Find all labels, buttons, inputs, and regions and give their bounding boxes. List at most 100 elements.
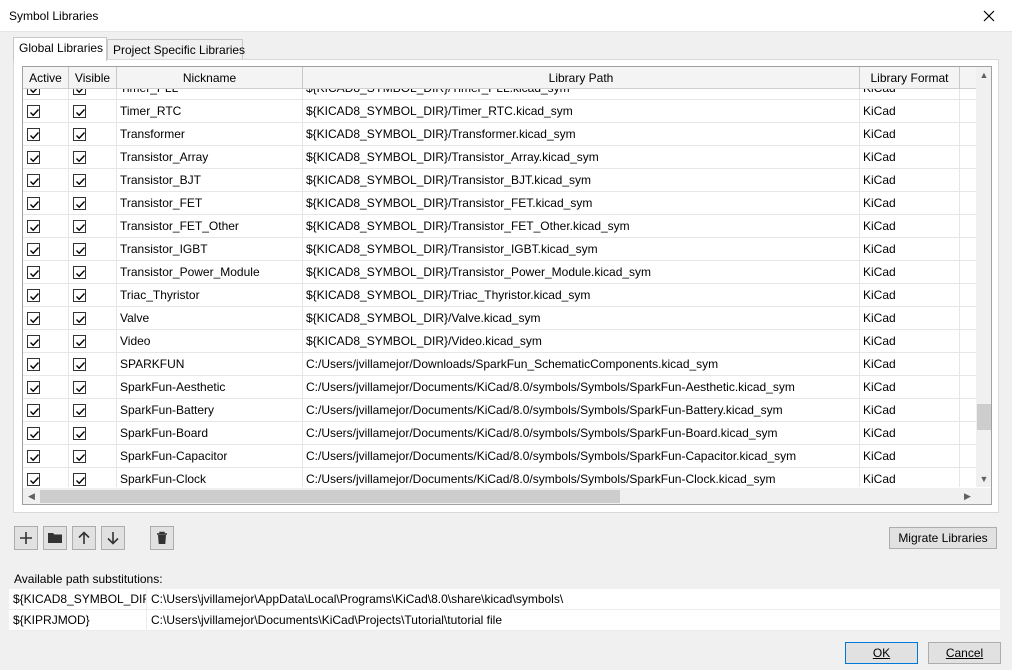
- nickname-cell[interactable]: Valve: [117, 307, 303, 329]
- nickname-cell[interactable]: Transistor_Power_Module: [117, 261, 303, 283]
- table-row[interactable]: Valve ${KICAD8_SYMBOL_DIR}/Valve.kicad_sy…: [23, 307, 976, 330]
- visible-checkbox[interactable]: [73, 311, 86, 325]
- nickname-cell[interactable]: SparkFun-Board: [117, 422, 303, 444]
- library-format-cell[interactable]: KiCad: [860, 123, 960, 145]
- nickname-cell[interactable]: SPARKFUN: [117, 353, 303, 375]
- active-checkbox[interactable]: [27, 311, 40, 325]
- active-checkbox[interactable]: [27, 242, 40, 256]
- visible-checkbox[interactable]: [73, 150, 86, 164]
- library-path-cell[interactable]: C:/Users/jvillamejor/Documents/KiCad/8.0…: [303, 422, 860, 444]
- table-row[interactable]: SparkFun-Capacitor C:/Users/jvillamejor/D…: [23, 445, 976, 468]
- nickname-cell[interactable]: Timer_RTC: [117, 100, 303, 122]
- table-row[interactable]: SparkFun-Battery C:/Users/jvillamejor/Doc…: [23, 399, 976, 422]
- active-checkbox[interactable]: [27, 150, 40, 164]
- library-path-cell[interactable]: C:/Users/jvillamejor/Documents/KiCad/8.0…: [303, 376, 860, 398]
- table-row[interactable]: Timer_RTC ${KICAD8_SYMBOL_DIR}/Timer_RTC.…: [23, 100, 976, 123]
- visible-checkbox[interactable]: [73, 265, 86, 279]
- table-row[interactable]: Transistor_FET_Other ${KICAD8_SYMBOL_DIR}…: [23, 215, 976, 238]
- visible-checkbox[interactable]: [73, 472, 86, 486]
- column-header-active[interactable]: Active: [23, 67, 69, 89]
- library-path-cell[interactable]: ${KICAD8_SYMBOL_DIR}/Transistor_Power_Mo…: [303, 261, 860, 283]
- visible-checkbox[interactable]: [73, 426, 86, 440]
- library-format-cell[interactable]: KiCad: [860, 445, 960, 467]
- nickname-cell[interactable]: SparkFun-Aesthetic: [117, 376, 303, 398]
- active-checkbox[interactable]: [27, 288, 40, 302]
- table-row[interactable]: Transformer ${KICAD8_SYMBOL_DIR}/Transfor…: [23, 123, 976, 146]
- visible-checkbox[interactable]: [73, 449, 86, 463]
- table-row[interactable]: SparkFun-Clock C:/Users/jvillamejor/Docum…: [23, 468, 976, 487]
- library-path-cell[interactable]: ${KICAD8_SYMBOL_DIR}/Video.kicad_sym: [303, 330, 860, 352]
- nickname-cell[interactable]: SparkFun-Clock: [117, 468, 303, 487]
- close-button[interactable]: [966, 0, 1012, 31]
- tab-project-specific-libraries[interactable]: Project Specific Libraries: [107, 39, 245, 60]
- table-row[interactable]: Timer_PLL${KICAD8_SYMBOL_DIR}/Timer_PLL.…: [23, 89, 976, 100]
- library-format-cell[interactable]: KiCad: [860, 146, 960, 168]
- library-path-cell[interactable]: ${KICAD8_SYMBOL_DIR}/Timer_PLL.kicad_sym: [303, 89, 860, 99]
- visible-checkbox[interactable]: [73, 219, 86, 233]
- table-row[interactable]: Triac_Thyristor ${KICAD8_SYMBOL_DIR}/Tria…: [23, 284, 976, 307]
- visible-checkbox[interactable]: [73, 380, 86, 394]
- nickname-cell[interactable]: Transistor_Array: [117, 146, 303, 168]
- library-path-cell[interactable]: ${KICAD8_SYMBOL_DIR}/Transistor_BJT.kica…: [303, 169, 860, 191]
- table-row[interactable]: Transistor_BJT ${KICAD8_SYMBOL_DIR}/Trans…: [23, 169, 976, 192]
- library-path-cell[interactable]: ${KICAD8_SYMBOL_DIR}/Valve.kicad_sym: [303, 307, 860, 329]
- vertical-scrollbar[interactable]: ▲ ▼: [976, 67, 991, 487]
- browse-library-button[interactable]: [43, 526, 67, 550]
- ok-button[interactable]: OK: [845, 642, 918, 664]
- active-checkbox[interactable]: [27, 104, 40, 118]
- active-checkbox[interactable]: [27, 89, 40, 95]
- nickname-cell[interactable]: Video: [117, 330, 303, 352]
- library-format-cell[interactable]: KiCad: [860, 422, 960, 444]
- nickname-cell[interactable]: Timer_PLL: [117, 89, 303, 99]
- scroll-right-icon[interactable]: ▶: [959, 488, 976, 504]
- visible-checkbox[interactable]: [73, 196, 86, 210]
- active-checkbox[interactable]: [27, 219, 40, 233]
- active-checkbox[interactable]: [27, 173, 40, 187]
- column-header-library-format[interactable]: Library Format: [860, 67, 960, 89]
- library-path-cell[interactable]: ${KICAD8_SYMBOL_DIR}/Triac_Thyristor.kic…: [303, 284, 860, 306]
- nickname-cell[interactable]: Transformer: [117, 123, 303, 145]
- column-header-visible[interactable]: Visible: [69, 67, 117, 89]
- active-checkbox[interactable]: [27, 380, 40, 394]
- library-path-cell[interactable]: ${KICAD8_SYMBOL_DIR}/Transistor_FET_Othe…: [303, 215, 860, 237]
- nickname-cell[interactable]: Transistor_FET: [117, 192, 303, 214]
- library-format-cell[interactable]: KiCad: [860, 353, 960, 375]
- nickname-cell[interactable]: SparkFun-Capacitor: [117, 445, 303, 467]
- table-row[interactable]: Video ${KICAD8_SYMBOL_DIR}/Video.kicad_sy…: [23, 330, 976, 353]
- library-path-cell[interactable]: ${KICAD8_SYMBOL_DIR}/Transformer.kicad_s…: [303, 123, 860, 145]
- vertical-scroll-thumb[interactable]: [977, 404, 991, 430]
- active-checkbox[interactable]: [27, 127, 40, 141]
- library-path-cell[interactable]: C:/Users/jvillamejor/Documents/KiCad/8.0…: [303, 468, 860, 487]
- table-row[interactable]: Transistor_Power_Module ${KICAD8_SYMBOL_D…: [23, 261, 976, 284]
- library-format-cell[interactable]: KiCad: [860, 215, 960, 237]
- nickname-cell[interactable]: Triac_Thyristor: [117, 284, 303, 306]
- library-format-cell[interactable]: KiCad: [860, 100, 960, 122]
- library-format-cell[interactable]: KiCad: [860, 376, 960, 398]
- nickname-cell[interactable]: Transistor_BJT: [117, 169, 303, 191]
- visible-checkbox[interactable]: [73, 334, 86, 348]
- scroll-up-icon[interactable]: ▲: [976, 67, 991, 83]
- active-checkbox[interactable]: [27, 334, 40, 348]
- active-checkbox[interactable]: [27, 403, 40, 417]
- library-format-cell[interactable]: KiCad: [860, 169, 960, 191]
- active-checkbox[interactable]: [27, 265, 40, 279]
- scroll-down-icon[interactable]: ▼: [976, 471, 991, 487]
- library-format-cell[interactable]: KiCad: [860, 238, 960, 260]
- move-down-button[interactable]: [101, 526, 125, 550]
- table-row[interactable]: Transistor_IGBT ${KICAD8_SYMBOL_DIR}/Tran…: [23, 238, 976, 261]
- visible-checkbox[interactable]: [73, 357, 86, 371]
- column-header-nickname[interactable]: Nickname: [117, 67, 303, 89]
- tab-global-libraries[interactable]: Global Libraries: [13, 37, 107, 61]
- nickname-cell[interactable]: Transistor_IGBT: [117, 238, 303, 260]
- add-library-button[interactable]: [14, 526, 38, 550]
- nickname-cell[interactable]: Transistor_FET_Other: [117, 215, 303, 237]
- visible-checkbox[interactable]: [73, 242, 86, 256]
- visible-checkbox[interactable]: [73, 403, 86, 417]
- visible-checkbox[interactable]: [73, 89, 86, 95]
- active-checkbox[interactable]: [27, 472, 40, 486]
- remove-library-button[interactable]: [150, 526, 174, 550]
- visible-checkbox[interactable]: [73, 173, 86, 187]
- nickname-cell[interactable]: SparkFun-Battery: [117, 399, 303, 421]
- library-path-cell[interactable]: ${KICAD8_SYMBOL_DIR}/Transistor_FET.kica…: [303, 192, 860, 214]
- visible-checkbox[interactable]: [73, 127, 86, 141]
